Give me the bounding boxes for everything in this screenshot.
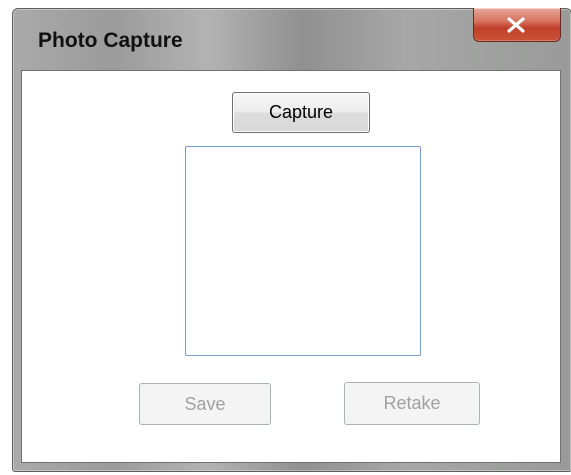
close-button[interactable]	[473, 8, 561, 42]
save-button[interactable]: Save	[139, 383, 271, 425]
retake-button[interactable]: Retake	[344, 382, 480, 425]
photo-capture-window: Photo Capture Capture Save Retake	[12, 8, 571, 472]
capture-button[interactable]: Capture	[232, 92, 370, 133]
window-title: Photo Capture	[38, 29, 183, 52]
photo-preview	[185, 146, 421, 356]
client-area: Capture Save Retake	[21, 70, 561, 463]
close-icon	[507, 17, 525, 33]
title-bar[interactable]: Photo Capture	[13, 8, 571, 69]
